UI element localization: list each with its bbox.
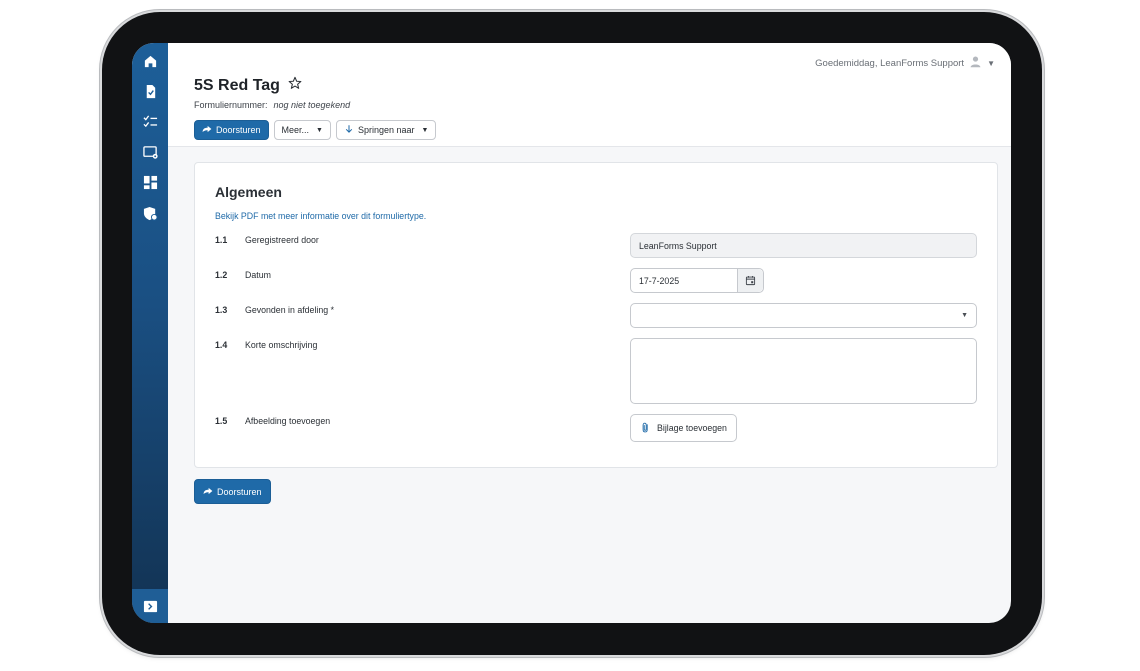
question-number: 1.2 xyxy=(215,270,228,280)
department-select[interactable]: ▼ xyxy=(630,303,977,328)
toolbar: Doorsturen Meer... ▼ Springen naar ▼ xyxy=(194,120,437,140)
registered-by-field: LeanForms Support xyxy=(630,233,977,258)
question-number: 1.3 xyxy=(215,305,228,315)
screen-settings-icon[interactable] xyxy=(142,144,158,160)
sidebar xyxy=(132,43,168,623)
question-label: Geregistreerd door xyxy=(245,235,319,245)
chevron-down-icon: ▼ xyxy=(316,126,323,134)
jump-to-button[interactable]: Springen naar ▼ xyxy=(335,120,437,140)
question-number: 1.5 xyxy=(215,416,228,426)
date-field[interactable]: 17-7-2025 xyxy=(630,268,764,293)
app-screen: Goedemiddag, LeanForms Support ▼ 5S Red … xyxy=(132,43,1011,623)
question-label: Korte omschrijving xyxy=(245,340,318,350)
expand-sidebar-icon[interactable] xyxy=(132,589,168,623)
paperclip-icon xyxy=(640,422,651,435)
calendar-icon[interactable] xyxy=(737,269,763,292)
form-number: Formuliernummer: nog niet toegekend xyxy=(194,100,350,110)
shield-settings-icon[interactable] xyxy=(142,205,158,221)
question-number: 1.4 xyxy=(215,340,228,350)
document-check-icon[interactable] xyxy=(142,83,158,99)
dashboard-icon[interactable] xyxy=(142,174,158,190)
section-title: Algemeen xyxy=(215,184,282,200)
form-section-card: Algemeen Bekijk PDF met meer informatie … xyxy=(194,162,998,468)
page-title: 5S Red Tag xyxy=(194,76,280,94)
chevron-down-icon: ▼ xyxy=(987,58,995,68)
arrow-down-icon xyxy=(344,124,354,136)
question-label: Gevonden in afdeling * xyxy=(245,305,335,315)
question-number: 1.1 xyxy=(215,235,228,245)
add-attachment-button[interactable]: Bijlage toevoegen xyxy=(630,414,737,442)
greeting-text: Goedemiddag, LeanForms Support xyxy=(815,57,965,69)
registered-by-value: LeanForms Support xyxy=(639,240,717,251)
more-label: Meer... xyxy=(281,125,310,135)
add-attachment-label: Bijlage toevoegen xyxy=(657,423,727,433)
forward-icon xyxy=(202,124,212,136)
chevron-down-icon: ▼ xyxy=(421,126,429,134)
star-icon[interactable] xyxy=(288,76,302,95)
home-icon[interactable] xyxy=(142,53,158,69)
chevron-down-icon: ▼ xyxy=(961,312,968,319)
short-description-textarea[interactable] xyxy=(630,338,977,404)
question-label: Datum xyxy=(245,270,271,280)
user-menu[interactable]: Goedemiddag, LeanForms Support ▼ xyxy=(815,55,995,71)
submit-label: Doorsturen xyxy=(216,125,261,135)
more-button[interactable]: Meer... ▼ xyxy=(273,120,331,140)
form-number-value: nog niet toegekend xyxy=(273,100,351,110)
form-number-label: Formuliernummer: xyxy=(194,100,268,110)
forward-icon xyxy=(203,486,213,498)
checklist-icon[interactable] xyxy=(142,113,158,129)
jump-to-label: Springen naar xyxy=(357,125,415,135)
bottom-submit-button[interactable]: Doorsturen xyxy=(194,479,271,504)
submit-label: Doorsturen xyxy=(217,486,262,497)
pdf-info-link[interactable]: Bekijk PDF met meer informatie over dit … xyxy=(215,211,426,221)
page-header: Goedemiddag, LeanForms Support ▼ 5S Red … xyxy=(168,43,1011,147)
question-label: Afbeelding toevoegen xyxy=(245,416,331,426)
date-value: 17-7-2025 xyxy=(639,275,680,286)
submit-button[interactable]: Doorsturen xyxy=(194,120,269,140)
user-icon xyxy=(969,55,982,71)
